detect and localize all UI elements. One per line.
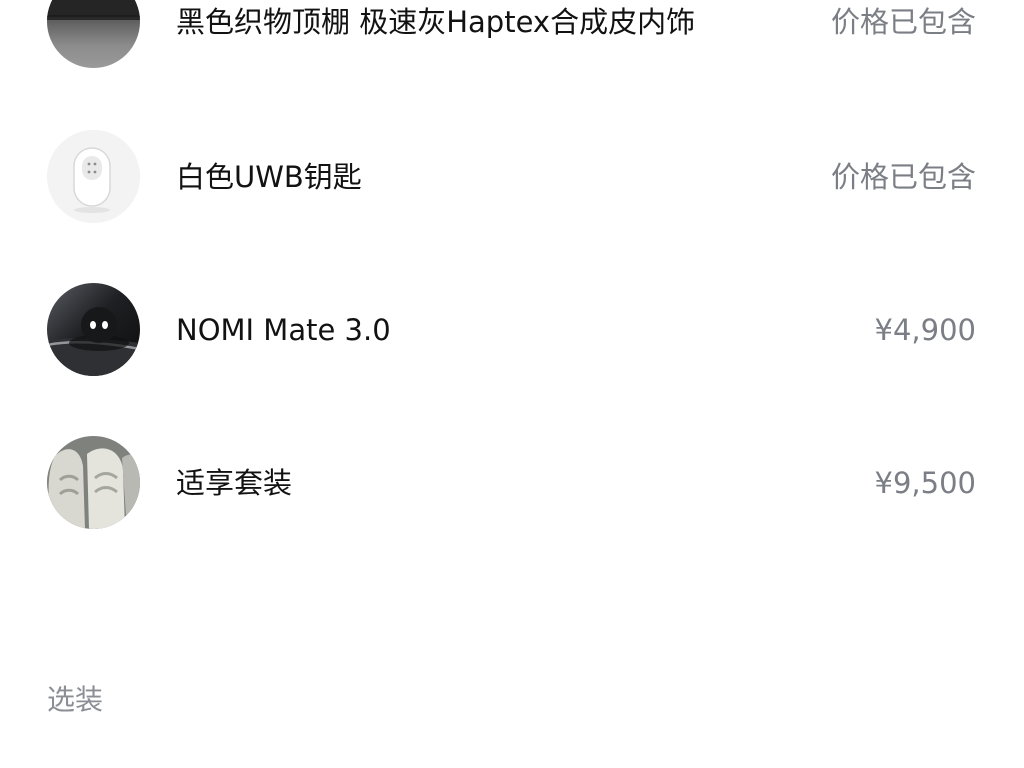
uwb-key-thumbnail	[47, 130, 140, 223]
included-item-name: 白色UWB钥匙	[176, 160, 362, 194]
nomi-mate-thumbnail	[47, 283, 140, 376]
included-item-price: 价格已包含	[830, 5, 976, 39]
included-item-uwb-key[interactable]: 白色UWB钥匙 价格已包含	[0, 130, 1024, 224]
included-item-price: ¥4,900	[874, 313, 976, 347]
included-item-comfort-package[interactable]: 适享套装 ¥9,500	[0, 436, 1024, 530]
interior-trim-thumbnail	[47, 0, 140, 68]
included-item-name: NOMI Mate 3.0	[176, 313, 391, 347]
optional-section-label: 选装	[47, 683, 104, 716]
comfort-seat-package-thumbnail	[47, 436, 140, 529]
included-item-interior-trim[interactable]: 黑色织物顶棚 极速灰Haptex合成皮内饰 价格已包含	[0, 0, 1024, 69]
included-item-name: 适享套装	[176, 466, 293, 500]
included-item-price: 价格已包含	[830, 160, 976, 194]
included-item-price: ¥9,500	[874, 466, 976, 500]
included-item-name: 黑色织物顶棚 极速灰Haptex合成皮内饰	[176, 5, 696, 39]
included-item-nomi-mate[interactable]: NOMI Mate 3.0 ¥4,900	[0, 283, 1024, 377]
included-configuration-list: 黑色织物顶棚 极速灰Haptex合成皮内饰 价格已包含 白色UWB钥匙 价格已包…	[0, 0, 1024, 768]
